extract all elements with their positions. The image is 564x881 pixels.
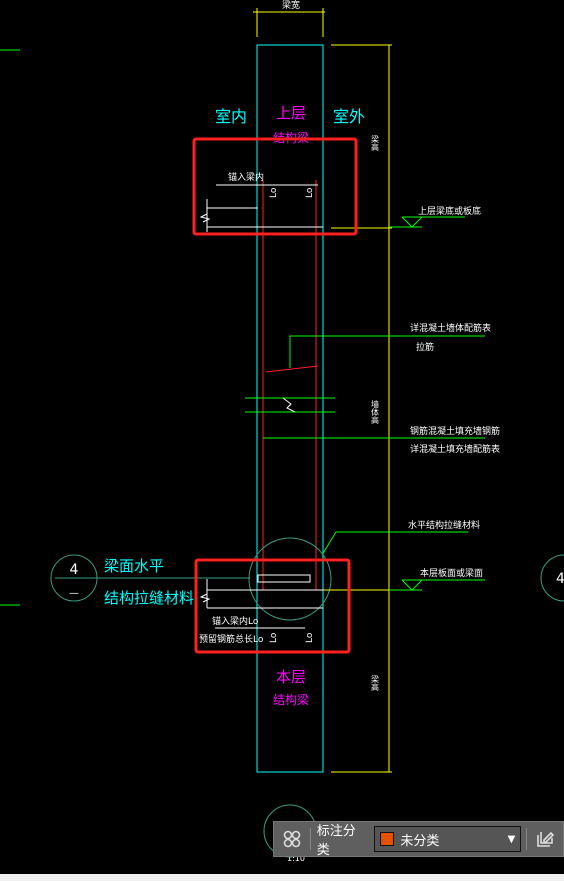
callout-line2: 结构拉缝材料 [104,589,194,607]
level-marker [389,216,485,591]
note3: 水平结构拉缝材料 [408,519,480,531]
indoor-label: 室内 [215,107,247,126]
lo-label: Lo [269,632,279,643]
detail-number-right: 4 [556,571,564,587]
annotation-toolbar: 标注分类 未分类 ▼ [273,821,564,858]
cad-drawing[interactable]: 梁宽 梁高 墙体高 梁高 室内 室外 上层 结构梁 锚入梁内 Lo Lo 上层梁… [0,0,564,881]
category-label: 标注分类 [316,824,356,858]
wall-outline [256,44,324,773]
note2-line1: 钢筋混凝土填充墙钢筋 [410,425,500,437]
status-strip [0,874,564,881]
upper-level-label: 上层梁底或板底 [418,205,481,217]
outdoor-label: 室外 [333,107,365,126]
category-value: 未分类 [400,833,440,849]
detail-number: 4 [70,562,79,578]
total-length-label: 预留钢筋总长Lo [199,633,264,645]
anchor-bottom-label: 锚入梁内Lo [212,615,259,627]
category-select[interactable]: 未分类 ▼ [374,826,522,852]
detail-sheet: — [69,588,79,599]
note1-line2: 拉筋 [416,341,434,353]
height-dimension [331,44,392,773]
beam-height-bottom-label: 梁高 [371,675,380,692]
callout-line1: 梁面水平 [104,557,164,575]
beam-height-top-label: 梁高 [371,135,380,152]
lower-beam-label-1: 本层 [276,668,306,686]
upper-beam-label-1: 上层 [276,104,306,122]
note2-line2: 详混凝土填充墙配筋表 [410,443,500,455]
note1-line1: 详混凝土墙体配筋表 [410,322,491,334]
edit-icon[interactable] [527,822,563,856]
rebar [262,180,319,590]
lo-label: Lo [305,187,315,198]
beam-width-label: 梁宽 [282,0,300,11]
highlight-box-top [192,137,358,236]
break-symbol [282,397,296,413]
wall-height-label: 墙体高 [371,399,380,425]
lower-beam-label-2: 结构梁 [273,692,309,707]
lo-label: Lo [269,187,279,198]
note4: 本层板面或梁面 [420,567,483,579]
beam-width-dimension [253,8,325,37]
anchor-top-label: 锚入梁内 [228,171,264,183]
chevron-down-icon: ▼ [507,833,516,845]
lo-label: Lo [305,632,315,643]
category-color-swatch [380,832,395,846]
four-circles-icon[interactable] [274,822,310,856]
